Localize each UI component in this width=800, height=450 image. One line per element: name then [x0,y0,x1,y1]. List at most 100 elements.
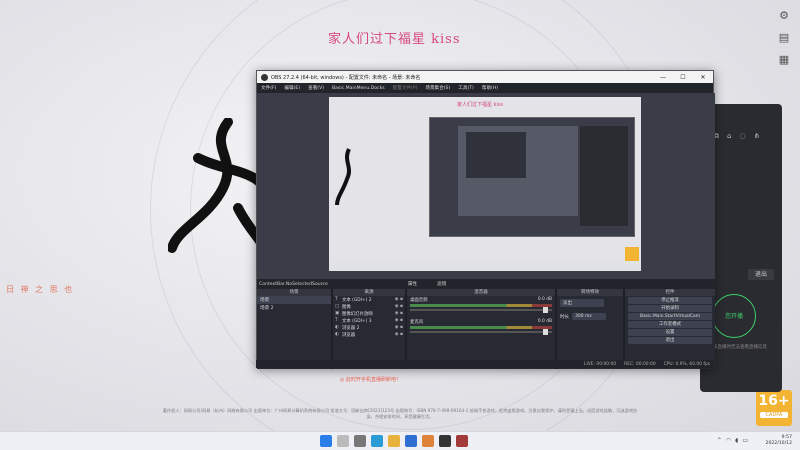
obs-title: OBS 27.2.4 (64-bit, windows) - 配置文件: 未命名… [271,74,421,81]
folder-icon[interactable] [388,435,400,447]
game-side-text: 日 神 之 思 也 [6,285,75,294]
menu-profile[interactable]: 配置文件(P) [393,85,418,91]
scene-item[interactable]: 场景 [257,296,331,304]
gift-icon[interactable]: ⌂ [727,132,731,141]
source-item[interactable]: □ 图像 ◉ ▪ [333,303,405,310]
minimize-button[interactable]: — [653,74,673,81]
source-type-icon: ◐ [335,332,339,337]
source-item[interactable]: T 文本 (GDI+) 3 ◉ ▪ [333,317,405,324]
menu-file[interactable]: 文件(F) [261,85,276,91]
scenes-header: 场景 [257,289,331,296]
chevron-up-icon[interactable]: ⌃ [717,437,722,444]
channel-name: 桌面音频 [410,298,428,303]
scene-item[interactable]: 场景 2 [257,304,331,312]
cpu-fps: CPU: 0.9%, 60.00 fps [663,361,710,367]
visibility-icon[interactable]: ◉ ▪ [395,332,403,337]
exit-button[interactable]: 退出 [628,337,712,344]
menu-tools[interactable]: 工具(T) [458,85,474,91]
battery-icon[interactable]: ▭ [742,437,748,444]
share-icon[interactable]: ⋔ [754,132,760,141]
app-icon[interactable] [422,435,434,447]
menu-edit[interactable]: 编辑(E) [284,85,300,91]
source-type-icon: T [335,297,338,302]
nested-preview-deep [466,132,526,178]
source-label: 图像 [342,304,351,310]
duration-label: 时长 [560,314,569,320]
start-icon[interactable] [320,435,332,447]
volume-slider[interactable] [410,329,552,335]
preview-game-title: 家人们过下福星 kiss [457,102,504,108]
source-item[interactable]: ◐ 浏览器 ◉ ▪ [333,331,405,338]
transition-select[interactable]: 淡出 [560,299,604,307]
menu-scene-collection[interactable]: 场景集合(S) [425,85,450,91]
volume-slider[interactable] [410,307,552,313]
start-live-button[interactable]: 您开播 [712,294,756,338]
source-label: 文本 (GDI+) 2 [342,297,372,303]
taskview-icon[interactable] [354,435,366,447]
start-recording-button[interactable]: 开始录制 [628,305,712,312]
volume-meter [410,304,552,307]
maximize-button[interactable]: ☐ [673,74,693,81]
settings-button[interactable]: 设置 [628,329,712,336]
source-item[interactable]: T 文本 (GDI+) 2 ◉ ▪ [333,296,405,303]
store-icon[interactable] [405,435,417,447]
filters-button[interactable]: 滤镜 [437,281,446,287]
controls-header: 控件 [625,289,715,296]
obs-icon[interactable] [439,435,451,447]
taskbar: ⌃ ◠ ◖ ▭ 9:57 2022/10/12 [0,431,800,450]
live-hint: 未直播时无法查看直播信息 [713,345,767,350]
source-item[interactable]: ◐ 浏览器 2 ◉ ▪ [333,324,405,331]
legal-notice: 著作权人：网易公司(网易（杭州）网络有限公司 出版单位：广州网易计算机系统有限公… [162,408,638,419]
wifi-icon[interactable]: ◠ [726,437,731,444]
transitions-header: 转场特效 [557,289,623,296]
preview-calligraphy [335,148,351,206]
context-bar-label: ContextBar.NoSelectedSource [259,281,328,287]
source-label: 图像幻灯片放映 [342,311,373,317]
stop-streaming-button[interactable]: 停止推流 [628,297,712,304]
visibility-icon[interactable]: ◉ ▪ [395,304,403,309]
mixer-header: 混音器 [407,289,555,296]
game-side-icons: ⚙ ▤ ▦ [778,10,790,66]
preview-area[interactable]: 家人们过下福星 kiss [257,93,715,287]
context-bar: ContextBar.NoSelectedSource 属性 滤镜 [257,279,715,289]
notification-icon[interactable]: ◌ [739,132,745,141]
source-type-icon: T [335,318,338,323]
visibility-icon[interactable]: ◉ ▪ [395,325,403,330]
gear-icon[interactable]: ⚙ [778,10,790,22]
mixer-channel: 桌面音频 0.0 dB [407,296,555,313]
visibility-icon[interactable]: ◉ ▪ [395,318,403,323]
channel-db: 0.0 dB [537,297,552,302]
source-item[interactable]: ▣ 图像幻灯片放映 ◉ ▪ [333,310,405,317]
obs-statusbar: LIVE: 00:00:00 REC: 00:00:00 CPU: 0.9%, … [256,360,714,368]
game-icon[interactable] [456,435,468,447]
clock[interactable]: 9:57 2022/10/12 [766,435,792,447]
volume-icon[interactable]: ◖ [735,437,738,444]
nested-preview [429,117,635,237]
search-icon[interactable] [337,435,349,447]
source-type-icon: ◐ [335,325,339,330]
menu-view[interactable]: 查看(V) [308,85,324,91]
visibility-icon[interactable]: ◉ ▪ [395,297,403,302]
duration-input[interactable]: 300 ms [572,313,606,320]
menu-help[interactable]: 帮助(H) [482,85,498,91]
studio-mode-button[interactable]: 工作室模式 [628,321,712,328]
qrcode-icon[interactable]: ▦ [778,54,790,66]
properties-button[interactable]: 属性 [408,281,417,287]
age-rating-caption: CADPA [760,412,788,418]
obs-titlebar: OBS 27.2.4 (64-bit, windows) - 配置文件: 未命名… [257,71,713,83]
live-timer: LIVE: 00:00:00 [584,361,617,367]
visibility-icon[interactable]: ◉ ▪ [395,311,403,316]
virtual-cam-button[interactable]: Basic.Main.StartVirtualCam [628,313,712,320]
source-label: 浏览器 [342,332,356,338]
obs-menubar: 文件(F) 编辑(E) 查看(V) Basic.MainMenu.Docks 配… [257,83,713,93]
exit-button[interactable]: 退出 [748,269,774,280]
edge-icon[interactable] [371,435,383,447]
source-label: 浏览器 2 [342,325,360,331]
close-button[interactable]: ✕ [693,74,713,81]
live-notice: ◎ 此时开手机直播刷新吧！ [340,377,401,383]
source-type-icon: ▣ [335,311,340,316]
source-label: 文本 (GDI+) 3 [342,318,372,324]
menu-docks[interactable]: Basic.MainMenu.Docks [332,86,385,91]
obs-logo-icon [261,73,268,81]
mail-icon[interactable]: ▤ [778,32,790,44]
